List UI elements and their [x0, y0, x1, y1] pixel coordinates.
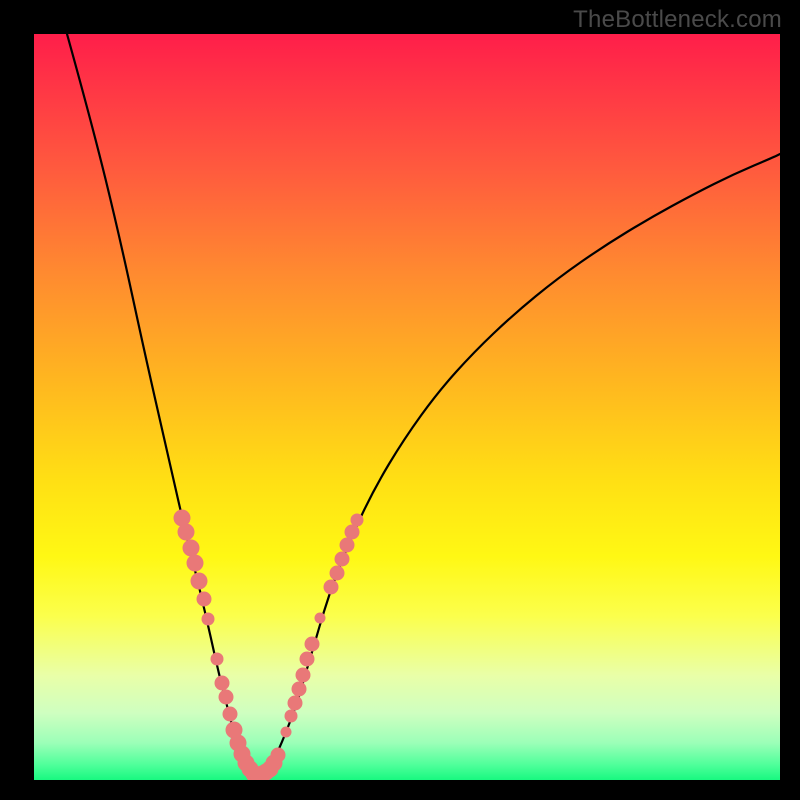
data-marker: [296, 668, 311, 683]
data-marker: [315, 613, 326, 624]
data-marker: [197, 592, 212, 607]
data-marker: [187, 555, 204, 572]
data-marker: [223, 707, 238, 722]
data-marker: [183, 540, 200, 557]
bottleneck-curve: [67, 34, 780, 777]
data-marker: [345, 525, 360, 540]
data-marker: [324, 580, 339, 595]
plot-area: [34, 34, 780, 780]
data-marker: [178, 524, 195, 541]
data-marker: [202, 613, 215, 626]
data-marker: [340, 538, 355, 553]
data-marker: [191, 573, 208, 590]
data-marker: [211, 653, 224, 666]
data-marker: [351, 514, 364, 527]
data-marker: [285, 710, 298, 723]
data-markers: [174, 510, 364, 781]
watermark-text: TheBottleneck.com: [573, 6, 782, 34]
data-marker: [271, 748, 286, 763]
data-marker: [281, 727, 292, 738]
data-marker: [330, 566, 345, 581]
data-marker: [300, 652, 315, 667]
data-marker: [305, 637, 320, 652]
data-marker: [335, 552, 350, 567]
data-marker: [219, 690, 234, 705]
data-marker: [292, 682, 307, 697]
data-marker: [215, 676, 230, 691]
curve-layer: [34, 34, 780, 780]
chart-frame: TheBottleneck.com: [0, 0, 800, 800]
data-marker: [288, 696, 303, 711]
